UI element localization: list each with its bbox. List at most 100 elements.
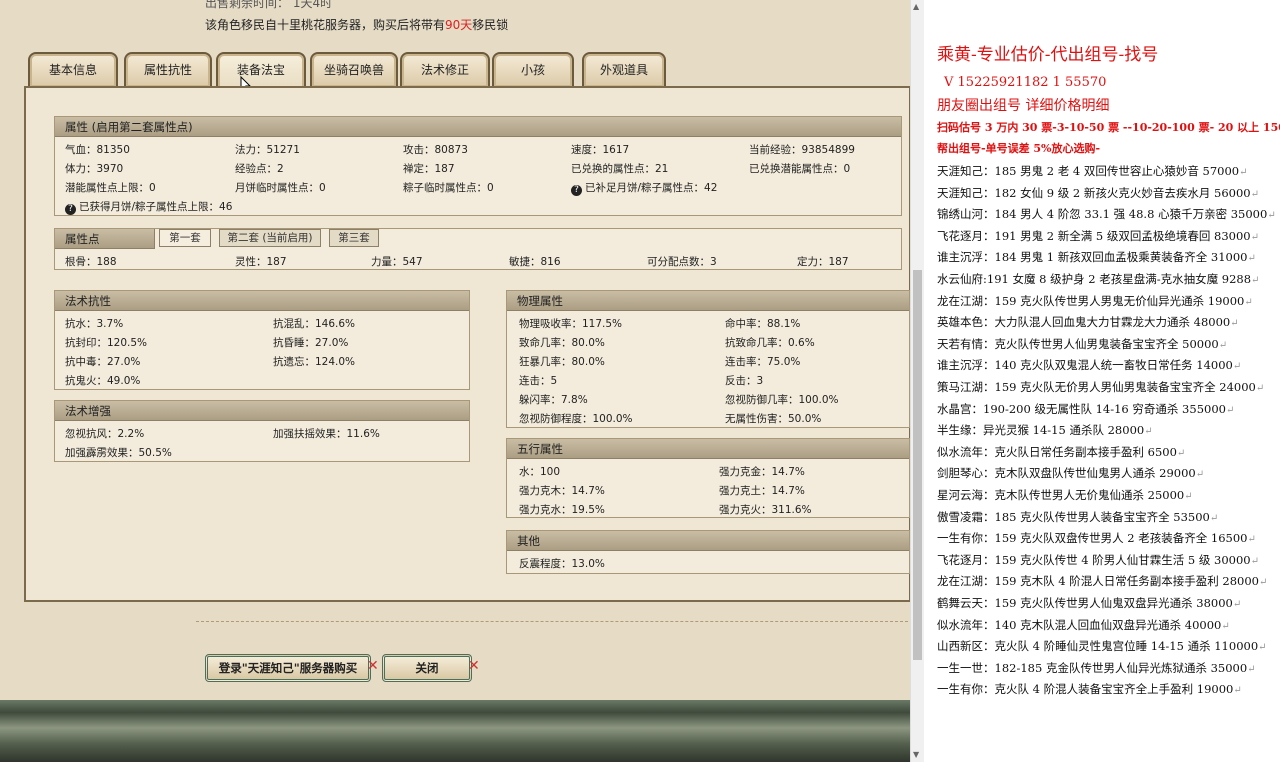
element-value: 强力克火：311.6% <box>719 504 812 516</box>
return-mark-icon: ↵ <box>1267 210 1276 222</box>
listing-item: 傲雪凌霜：185 克火队传世男人装备宝宝齐全 53500↵ <box>937 509 1218 525</box>
return-mark-icon: ↵ <box>1221 620 1230 632</box>
tab-equipment[interactable]: 装备法宝 <box>216 52 306 89</box>
close-x-icon: ✕ <box>367 658 379 674</box>
game-window: 出售剩余时间： 1天4时 该角色移民自十里桃花服务器，购买后将带有90天移民锁 … <box>0 0 910 762</box>
resist-value: 抗水：3.7% <box>65 318 124 330</box>
listing-item: 星河云海：克木队传世男人无价鬼仙通杀 25000↵ <box>937 487 1193 503</box>
listing-text: 谁主沉浮：184 男鬼 1 新孩双回血孟极乘黄装备齐全 31000 <box>937 250 1248 265</box>
element-value: 水：100 <box>519 466 561 478</box>
scroll-down-icon[interactable]: ▼ <box>913 750 919 759</box>
other-section: 其他 反震程度：13.0% <box>506 530 910 574</box>
boost-value: 加强扶摇效果：11.6% <box>273 428 380 440</box>
doc-note-group: 帮出组号-单号误差 5%放心选购- <box>937 142 1101 155</box>
element-value: 强力克金：14.7% <box>719 466 805 478</box>
points-header: 属性点 <box>55 229 155 249</box>
listing-text: 傲雪凌霜：185 克火队传世男人装备宝宝齐全 53500 <box>937 509 1210 524</box>
listing-item: 锦绣山河：184 男人 4 阶忽 33.1 强 48.8 心猿千万亲密 3500… <box>937 206 1276 222</box>
return-mark-icon: ↵ <box>1247 253 1256 265</box>
listing-item: 一生有你：159 克火队双盘传世男人 2 老孩装备齐全 16500↵ <box>937 530 1256 546</box>
listing-item: 一生一世：182-185 克金队传世男人仙异光炼狱通杀 35000↵ <box>937 660 1256 676</box>
attr-value: 气血：81350 <box>65 144 130 156</box>
return-mark-icon: ↵ <box>1232 361 1242 373</box>
doc-note-price: 扫码估号 3 万内 30 票-3-10-50 票 --10-20-100 票- … <box>937 121 1280 134</box>
tab-appearance[interactable]: 外观道具 <box>582 52 666 87</box>
listing-text: 天涯知己：185 男鬼 2 老 4 双回传世容止心猿妙音 57000 <box>937 164 1240 178</box>
return-mark-icon: ↵ <box>1230 318 1239 330</box>
tab-mount-summon[interactable]: 坐骑召唤兽 <box>310 52 398 87</box>
tab-attr-resist[interactable]: 属性抗性 <box>124 52 212 87</box>
scroll-thumb[interactable] <box>913 270 922 660</box>
buy-login-button[interactable]: 登录"天涯知己"服务器购买 <box>205 654 371 682</box>
notice-tail: 移民锁 <box>472 18 509 32</box>
listing-text: 飞花逐月：159 克火队传世 4 阶男人仙甘霖生活 5 级 30000 <box>937 552 1251 567</box>
close-x-icon: ✕ <box>468 658 480 674</box>
other-value: 反震程度：13.0% <box>519 558 605 570</box>
tab-spell-mod[interactable]: 法术修正 <box>400 52 490 87</box>
listing-text: 英雄本色：大力队混人回血鬼大力甘霖龙大力通杀 48000 <box>937 315 1231 330</box>
content-panel: 属性 (启用第二套属性点) 气血：81350 法力：51271 攻击：80873… <box>24 86 910 602</box>
return-mark-icon: ↵ <box>1233 685 1242 697</box>
attr-value: 月饼临时属性点：0 <box>235 182 326 194</box>
physical-value: 抗致命几率：0.6% <box>725 337 815 349</box>
boost-value: 忽视抗风：2.2% <box>65 428 145 440</box>
attr-value: 当前经验：93854899 <box>749 144 855 156</box>
listing-item: 策马江湖：159 克火队无价男人男仙男鬼装备宝宝齐全 24000↵ <box>937 379 1264 395</box>
resist-value: 抗中毒：27.0% <box>65 356 141 368</box>
point-value: 可分配点数：3 <box>647 256 717 268</box>
attr-value: 粽子临时属性点：0 <box>403 182 494 194</box>
listing-text: 飞花逐月：191 男鬼 2 新全满 5 级双回孟极绝境春回 83000 <box>937 228 1251 243</box>
listing-text: 鹤舞云天：159 克火队传世男人仙鬼双盘异光通杀 38000 <box>937 596 1233 610</box>
listing-text: 似水流年：克火队日常任务副本接手盈利 6500 <box>937 444 1177 459</box>
points-tab-3[interactable]: 第三套 <box>329 229 379 247</box>
point-value: 定力：187 <box>797 256 849 268</box>
physical-section: 物理属性 物理吸收率：117.5% 命中率：88.1% 致命几率：80.0% 抗… <box>506 290 910 428</box>
spell-boost-section: 法术增强 忽视抗风：2.2% 加强扶摇效果：11.6% 加强霹雳效果：50.5% <box>54 400 470 462</box>
tab-basic-info[interactable]: 基本信息 <box>28 52 118 87</box>
listing-text: 星河云海：克木队传世男人无价鬼仙通杀 25000 <box>937 488 1185 502</box>
listing-item: 飞花逐月：191 男鬼 2 新全满 5 级双回孟极绝境春回 83000↵ <box>937 228 1259 244</box>
listing-text: 水晶宫：190-200 级无属性队 14-16 穷奇通杀 355000 <box>937 401 1226 416</box>
listing-text: 一生有你：克火队 4 阶混人装备宝宝齐全上手盈利 19000 <box>937 682 1234 697</box>
listing-item: 剑胆琴心：克木队双盘队传世仙鬼男人通杀 29000↵ <box>937 465 1204 481</box>
listing-item: 鹤舞云天：159 克火队传世男人仙鬼双盘异光通杀 38000↵ <box>937 595 1241 611</box>
spell-resist-section: 法术抗性 抗水：3.7% 抗混乱：146.6% 抗封印：120.5% 抗昏睡：2… <box>54 290 470 390</box>
return-mark-icon: ↵ <box>1244 296 1253 308</box>
help-icon[interactable]: ? <box>65 204 76 215</box>
attr-value: 已补足月饼/粽子属性点：42 <box>585 182 718 194</box>
listing-text: 一生有你：159 克火队双盘传世男人 2 老孩装备齐全 16500 <box>937 531 1248 546</box>
attr-value: 已兑换潜能属性点：0 <box>749 163 851 175</box>
return-mark-icon: ↵ <box>1184 491 1193 502</box>
physical-value: 无属性伤害：50.0% <box>725 413 822 425</box>
listing-item: 英雄本色：大力队混人回血鬼大力甘霖龙大力通杀 48000↵ <box>937 314 1239 330</box>
listing-text: 策马江湖：159 克火队无价男人男仙男鬼装备宝宝齐全 24000 <box>937 380 1256 394</box>
points-tab-1[interactable]: 第一套 <box>159 229 211 247</box>
close-button[interactable]: 关闭 <box>382 654 472 682</box>
spell-resist-header: 法术抗性 <box>55 291 469 311</box>
tab-child[interactable]: 小孩 <box>492 52 574 87</box>
return-mark-icon: ↵ <box>1255 383 1265 394</box>
return-mark-icon: ↵ <box>1258 577 1268 589</box>
attr-value: 攻击：80873 <box>403 144 468 156</box>
physical-value: 躲闪率：7.8% <box>519 394 588 406</box>
divider <box>196 621 908 622</box>
listing-item: 山西新区：克火队 4 阶睡仙灵性鬼宫位睡 14-15 通杀 110000↵ <box>937 638 1267 654</box>
physical-header: 物理属性 <box>507 291 909 311</box>
scroll-up-icon[interactable]: ▲ <box>913 2 919 11</box>
listing-item: 谁主沉浮：184 男鬼 1 新孩双回血孟极乘黄装备齐全 31000↵ <box>937 249 1256 265</box>
element-value: 强力克木：14.7% <box>519 485 605 497</box>
listing-text: 天涯知己：182 女仙 9 级 2 新孩火克火妙音去疾水月 56000 <box>937 185 1251 200</box>
spell-boost-header: 法术增强 <box>55 401 469 421</box>
help-icon[interactable]: ? <box>571 185 582 196</box>
return-mark-icon: ↵ <box>1250 188 1259 200</box>
return-mark-icon: ↵ <box>1251 275 1260 286</box>
return-mark-icon: ↵ <box>1250 555 1259 567</box>
return-mark-icon: ↵ <box>1144 426 1153 438</box>
attr-value: 潜能属性点上限：0 <box>65 182 156 194</box>
listing-item: 谁主沉浮：140 克火队双鬼混人统一畜牧日常任务 14000↵ <box>937 357 1241 373</box>
listing-item: 龙在江湖：159 克木队 4 阶混人日常任务副本接手盈利 28000↵ <box>937 573 1267 589</box>
vertical-scrollbar[interactable]: ▲ ▼ <box>910 0 924 762</box>
resist-value: 抗鬼火：49.0% <box>65 375 141 387</box>
notice-text: 该角色移民自十里桃花服务器，购买后将带有 <box>205 18 446 32</box>
points-tab-2[interactable]: 第二套 (当前启用) <box>219 229 321 247</box>
